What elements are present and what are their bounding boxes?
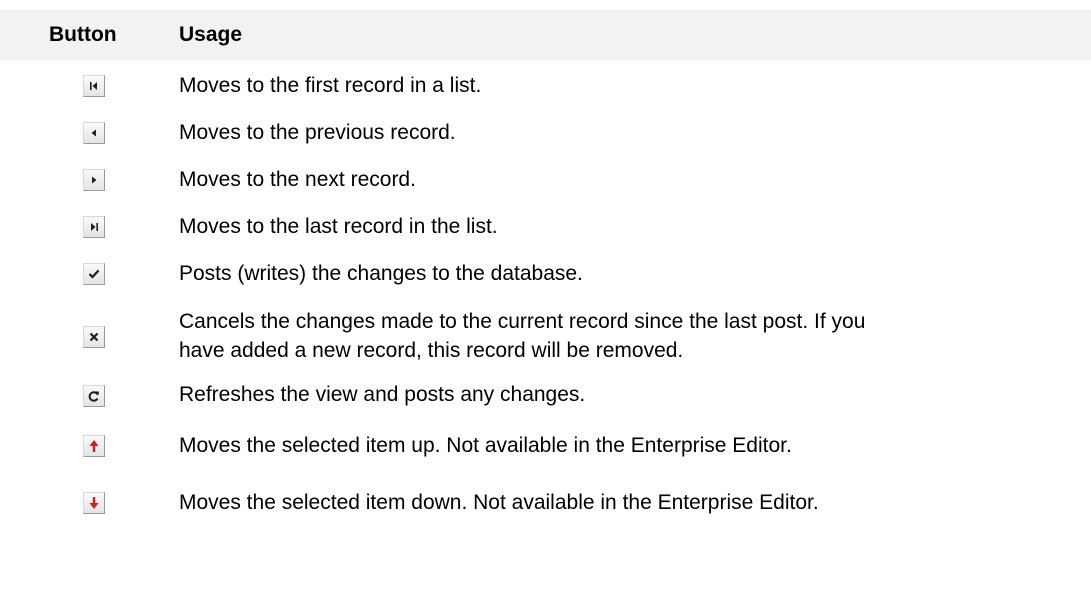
next-record-button[interactable] xyxy=(83,169,105,191)
cancel-button[interactable] xyxy=(83,326,105,348)
usage-text: Moves to the last record in the list. xyxy=(179,215,498,238)
table-header-row: Button Usage xyxy=(0,10,1091,60)
refresh-icon xyxy=(88,391,99,402)
refresh-button[interactable] xyxy=(83,385,105,407)
usage-text-line-1: Cancels the changes made to the current … xyxy=(179,310,866,333)
move-up-button[interactable] xyxy=(83,435,105,457)
last-record-button[interactable] xyxy=(83,216,105,238)
prior-record-icon xyxy=(91,129,96,137)
post-button[interactable] xyxy=(83,263,105,285)
usage-text: Moves the selected item up. Not availabl… xyxy=(179,434,792,457)
usage-text: Moves to the previous record. xyxy=(179,121,456,144)
move-down-button[interactable] xyxy=(83,492,105,514)
first-record-icon xyxy=(90,82,97,90)
first-record-button[interactable] xyxy=(83,75,105,97)
column-header-button: Button xyxy=(49,23,117,46)
usage-text: Moves to the first record in a list. xyxy=(179,74,482,97)
move-up-arrow-icon xyxy=(89,440,99,452)
prior-record-button[interactable] xyxy=(83,122,105,144)
move-down-arrow-icon xyxy=(89,497,99,509)
usage-text: Moves to the next record. xyxy=(179,168,416,191)
post-checkmark-icon xyxy=(88,269,100,279)
column-header-usage: Usage xyxy=(179,23,243,46)
cancel-x-icon xyxy=(89,332,99,342)
usage-text-line-2: have added a new record, this record wil… xyxy=(179,339,684,362)
usage-text: Moves the selected item down. Not availa… xyxy=(179,491,819,514)
last-record-icon xyxy=(91,223,98,231)
usage-text: Refreshes the view and posts any changes… xyxy=(179,383,586,406)
usage-text: Posts (writes) the changes to the databa… xyxy=(179,262,583,285)
next-record-icon xyxy=(92,176,97,184)
